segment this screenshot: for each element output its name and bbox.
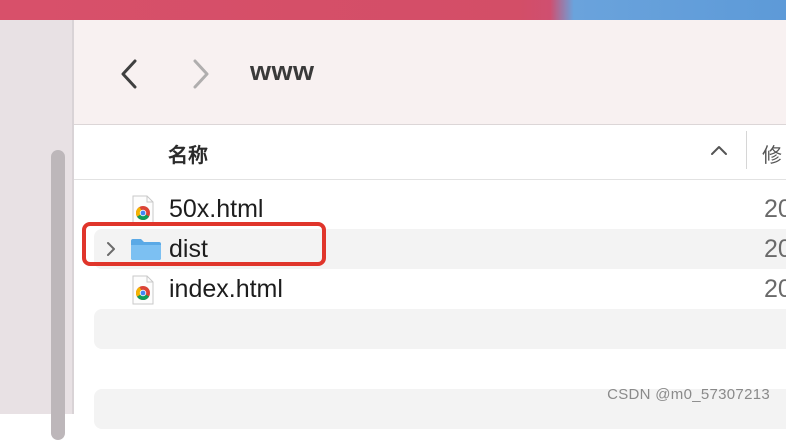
watermark: CSDN @m0_57307213 <box>607 386 770 403</box>
window-toolbar: www <box>74 20 786 125</box>
column-header-name[interactable]: 名称 <box>168 139 208 168</box>
annotation-highlight-box <box>82 222 326 266</box>
back-button[interactable] <box>114 54 144 94</box>
file-date-modified: 20 <box>764 235 786 263</box>
file-name: 50x.html <box>169 195 264 223</box>
window-title: www <box>250 56 315 86</box>
file-date-modified: 20 <box>764 195 786 223</box>
chevron-right-icon <box>193 59 209 89</box>
finder-sidebar <box>0 20 72 440</box>
file-date-modified: 20 <box>764 275 786 303</box>
column-separator[interactable] <box>746 131 747 169</box>
list-item[interactable]: index.html 20 <box>94 269 786 309</box>
chevron-left-icon <box>121 59 137 89</box>
file-name: index.html <box>169 275 283 303</box>
forward-button[interactable] <box>186 54 216 94</box>
sidebar-scrollbar[interactable] <box>51 150 65 440</box>
desktop-background-strip <box>0 0 786 20</box>
chrome-document-icon <box>130 275 156 310</box>
empty-list-row <box>94 309 786 349</box>
column-header-date-modified[interactable]: 修 <box>762 139 782 168</box>
column-header-row: 名称 修 <box>74 125 786 180</box>
sort-ascending-icon[interactable] <box>710 143 728 161</box>
